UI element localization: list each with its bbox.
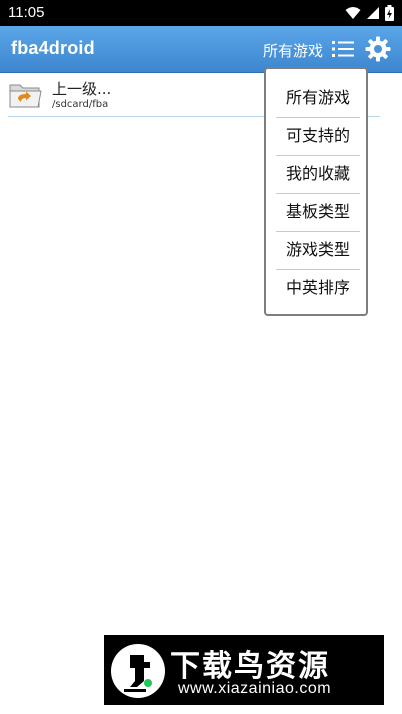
status-bar: 11:05 bbox=[0, 0, 402, 26]
filter-dropdown-menu: 所有游戏 可支持的 我的收藏 基板类型 游戏类型 中英排序 bbox=[264, 67, 368, 316]
file-path: /sdcard/fba bbox=[52, 99, 109, 110]
watermark-url: www.xiazainiao.com bbox=[178, 680, 332, 697]
file-name: 上一级... bbox=[52, 80, 112, 98]
app-title: fba4droid bbox=[11, 38, 95, 58]
menu-item-all-games[interactable]: 所有游戏 bbox=[276, 79, 360, 118]
signal-icon bbox=[367, 7, 379, 19]
watermark-title: 下载鸟资源 bbox=[170, 649, 330, 684]
filter-label[interactable]: 所有游戏 bbox=[263, 40, 323, 61]
battery-icon bbox=[385, 5, 394, 21]
folder-up-icon bbox=[9, 84, 42, 108]
menu-item-supported[interactable]: 可支持的 bbox=[276, 117, 360, 156]
app-bar: fba4droid 所有游戏 bbox=[0, 26, 402, 73]
bird-logo-icon bbox=[111, 644, 165, 698]
menu-item-sort-cn-en[interactable]: 中英排序 bbox=[276, 269, 360, 307]
wifi-icon bbox=[345, 7, 361, 19]
menu-item-favorites[interactable]: 我的收藏 bbox=[276, 155, 360, 194]
menu-item-game-type[interactable]: 游戏类型 bbox=[276, 231, 360, 270]
watermark-banner: 下载鸟资源 www.xiazainiao.com bbox=[104, 635, 384, 705]
settings-gear-icon[interactable] bbox=[365, 36, 391, 62]
list-menu-icon[interactable] bbox=[332, 39, 354, 59]
status-icons bbox=[345, 5, 394, 21]
menu-item-board-type[interactable]: 基板类型 bbox=[276, 193, 360, 232]
status-time: 11:05 bbox=[8, 4, 45, 21]
